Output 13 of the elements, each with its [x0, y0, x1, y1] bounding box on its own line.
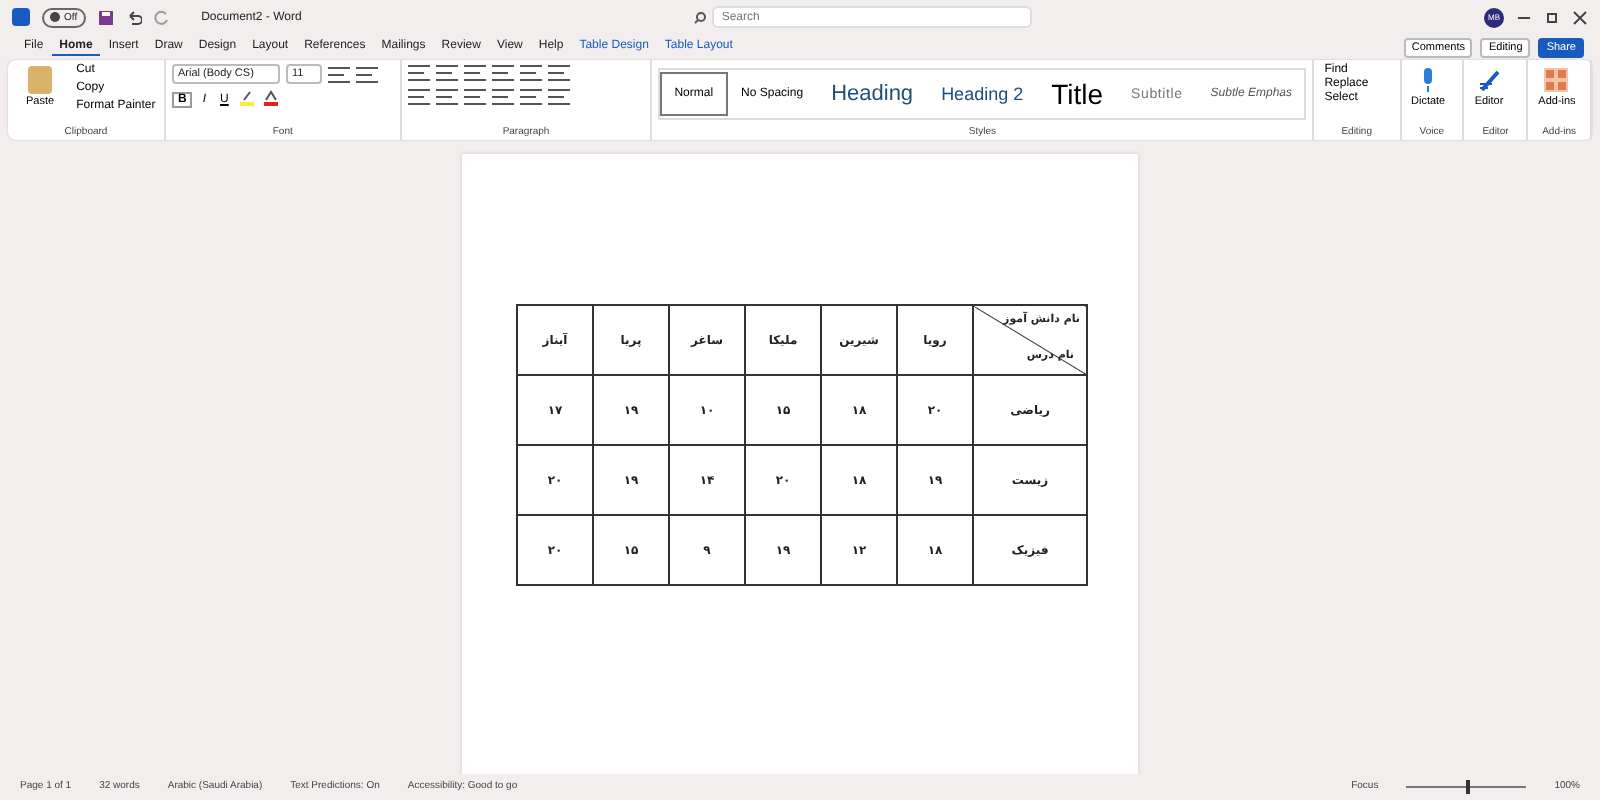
search-icon: [693, 11, 706, 23]
restore-icon[interactable]: [1544, 9, 1560, 25]
font-color-icon[interactable]: [262, 90, 281, 108]
pen-icon: [1477, 68, 1502, 92]
save-icon[interactable]: [97, 9, 114, 25]
style-option[interactable]: Heading: [817, 72, 928, 116]
undo-icon[interactable]: [125, 9, 142, 25]
microphone-icon: [1420, 68, 1437, 92]
style-option[interactable]: Heading 2: [927, 72, 1038, 116]
highlighter-icon[interactable]: [238, 90, 257, 108]
grid-icon: [1544, 68, 1569, 92]
close-icon[interactable]: [1572, 9, 1588, 25]
style-option[interactable]: Title: [1037, 72, 1118, 116]
